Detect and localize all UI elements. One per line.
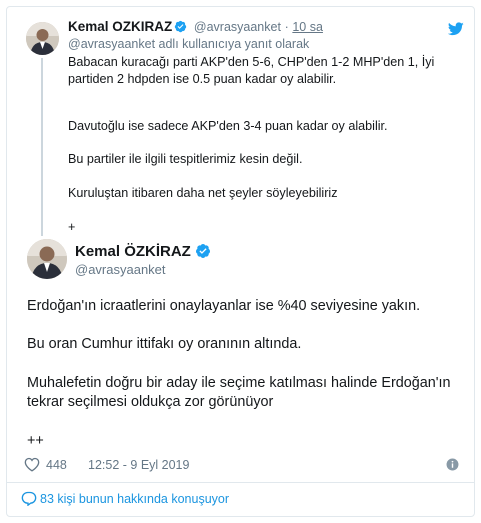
tweet-paragraph: Bu partiler ile ilgili tespitlerimiz kes… xyxy=(68,152,303,166)
tweet-paragraph: Kuruluştan itibaren daha net şeyler söyl… xyxy=(68,186,338,200)
like-count[interactable]: 448 xyxy=(46,458,67,472)
discussion-label[interactable]: 83 kişi bunun hakkında konuşuyor xyxy=(40,492,229,506)
embedded-tweet-card: Kemal OZKIRAZ @avrasyaanket · 10 sa @avr… xyxy=(6,6,475,517)
tweet-paragraph: Erdoğan'ın icraatlerini onaylayanlar ise… xyxy=(27,298,421,314)
thread-line xyxy=(41,58,43,236)
avatar[interactable] xyxy=(26,22,59,55)
tweet-paragraph: Davutoğlu ise sadece AKP'den 3-4 puan ka… xyxy=(68,119,388,133)
reply-to-label: @avrasyaanket adlı kullanıcıya yanıt ola… xyxy=(68,37,310,51)
reply-header: Kemal OZKIRAZ @avrasyaanket · 10 sa xyxy=(68,19,323,36)
twitter-logo-icon[interactable] xyxy=(447,22,464,36)
tweet-paragraph: ++ xyxy=(27,433,44,449)
avatar[interactable] xyxy=(27,239,67,279)
speech-bubble-icon xyxy=(21,491,37,507)
divider xyxy=(7,482,474,483)
discussion-link[interactable]: 83 kişi bunun hakkında konuşuyor xyxy=(21,491,229,507)
tweet-paragraph: Babacan kuracağı parti AKP'den 5-6, CHP'… xyxy=(68,55,435,86)
author-name-text[interactable]: Kemal ÖZKİRAZ xyxy=(75,243,191,260)
separator-dot: · xyxy=(284,20,289,34)
verified-badge-icon xyxy=(195,243,211,263)
heart-icon[interactable] xyxy=(24,457,40,475)
tweet-paragraph: + xyxy=(68,220,76,234)
author-name[interactable]: Kemal ÖZKİRAZ xyxy=(75,243,211,263)
tweet-meta: 448 12:52 - 9 Eyl 2019 xyxy=(21,456,461,474)
tweet-paragraph: Muhalefetin doğru bir aday ile seçime ka… xyxy=(27,375,451,410)
verified-badge-icon xyxy=(174,20,187,36)
author-handle[interactable]: @avrasyaanket xyxy=(75,262,166,277)
tweet-time-link[interactable]: 10 sa xyxy=(292,20,323,34)
info-icon[interactable] xyxy=(446,458,459,474)
tweet-paragraph: Bu oran Cumhur ittifakı oy oranının altı… xyxy=(27,336,302,352)
reply-tweet[interactable]: Kemal OZKIRAZ @avrasyaanket · 10 sa @avr… xyxy=(7,7,474,236)
author-name[interactable]: Kemal OZKIRAZ xyxy=(68,19,172,34)
author-handle[interactable]: @avrasyaanket xyxy=(194,20,281,34)
tweet-timestamp[interactable]: 12:52 - 9 Eyl 2019 xyxy=(88,458,189,472)
